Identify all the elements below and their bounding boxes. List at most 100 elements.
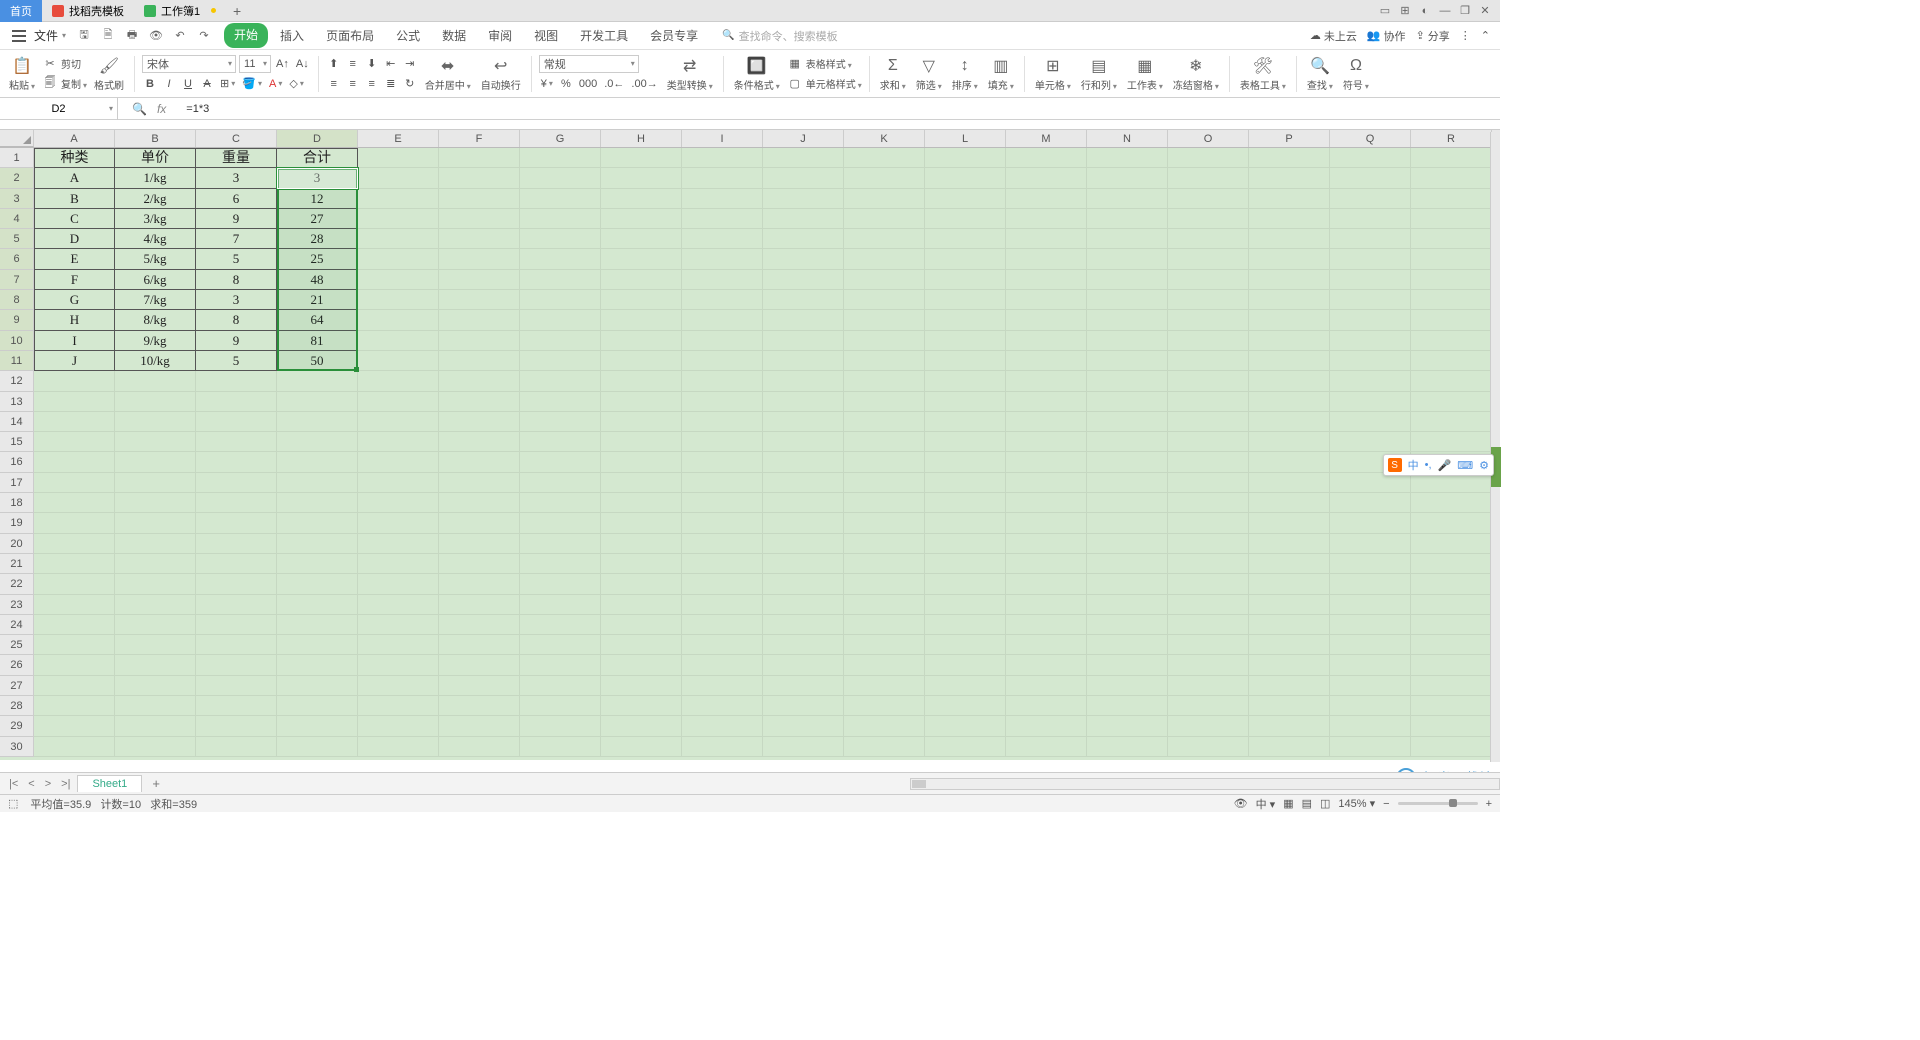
- cell-P5[interactable]: [1249, 229, 1330, 249]
- cell-I9[interactable]: [682, 310, 763, 330]
- cell-O11[interactable]: [1168, 351, 1249, 371]
- save-button[interactable]: 🖫: [76, 28, 92, 44]
- row-header-23[interactable]: 23: [0, 595, 34, 615]
- cell-G5[interactable]: [520, 229, 601, 249]
- cell-C14[interactable]: [196, 412, 277, 432]
- cell-K15[interactable]: [844, 432, 925, 452]
- cell-M25[interactable]: [1006, 635, 1087, 655]
- cell-E1[interactable]: [358, 148, 439, 168]
- cell-C3[interactable]: 6: [196, 189, 277, 209]
- increase-font-button[interactable]: A↑: [274, 55, 291, 73]
- cell-N9[interactable]: [1087, 310, 1168, 330]
- cell-P11[interactable]: [1249, 351, 1330, 371]
- cell-B12[interactable]: [115, 371, 196, 391]
- cell-G21[interactable]: [520, 554, 601, 574]
- cell-K16[interactable]: [844, 452, 925, 472]
- cn-icon[interactable]: 中 ▾: [1256, 796, 1276, 812]
- cell-H4[interactable]: [601, 209, 682, 229]
- cell-L13[interactable]: [925, 392, 1006, 412]
- view-page-button[interactable]: ▤: [1302, 797, 1312, 810]
- cell-E28[interactable]: [358, 696, 439, 716]
- cell-G26[interactable]: [520, 655, 601, 675]
- col-header-P[interactable]: P: [1249, 130, 1330, 147]
- cell-K24[interactable]: [844, 615, 925, 635]
- cell-H17[interactable]: [601, 473, 682, 493]
- cell-D22[interactable]: [277, 574, 358, 594]
- cell-N20[interactable]: [1087, 534, 1168, 554]
- cell-R5[interactable]: [1411, 229, 1492, 249]
- cell-E6[interactable]: [358, 249, 439, 269]
- cell-L1[interactable]: [925, 148, 1006, 168]
- col-header-C[interactable]: C: [196, 130, 277, 147]
- row-header-15[interactable]: 15: [0, 432, 34, 452]
- cell-I20[interactable]: [682, 534, 763, 554]
- cell-F18[interactable]: [439, 493, 520, 513]
- cell-M16[interactable]: [1006, 452, 1087, 472]
- cell-R19[interactable]: [1411, 513, 1492, 533]
- cell-A6[interactable]: E: [34, 249, 115, 269]
- cell-H29[interactable]: [601, 716, 682, 736]
- cell-H16[interactable]: [601, 452, 682, 472]
- tab-templates[interactable]: 找稻壳模板: [42, 0, 134, 22]
- window-close-button[interactable]: ✕: [1476, 4, 1494, 17]
- cell-C4[interactable]: 9: [196, 209, 277, 229]
- cell-E21[interactable]: [358, 554, 439, 574]
- cell-A4[interactable]: C: [34, 209, 115, 229]
- select-all-corner[interactable]: [0, 130, 34, 147]
- ribbon-tab-插入[interactable]: 插入: [270, 23, 314, 48]
- col-header-O[interactable]: O: [1168, 130, 1249, 147]
- view-break-button[interactable]: ◫: [1320, 797, 1330, 810]
- cell-O24[interactable]: [1168, 615, 1249, 635]
- cell-H19[interactable]: [601, 513, 682, 533]
- cell-E8[interactable]: [358, 290, 439, 310]
- cell-C21[interactable]: [196, 554, 277, 574]
- cell-Q1[interactable]: [1330, 148, 1411, 168]
- cell-A23[interactable]: [34, 595, 115, 615]
- cell-M7[interactable]: [1006, 270, 1087, 290]
- cell-F23[interactable]: [439, 595, 520, 615]
- cell-C13[interactable]: [196, 392, 277, 412]
- cell-Q14[interactable]: [1330, 412, 1411, 432]
- col-header-I[interactable]: I: [682, 130, 763, 147]
- cell-E11[interactable]: [358, 351, 439, 371]
- ribbon-tab-页面布局[interactable]: 页面布局: [316, 23, 384, 48]
- file-menu[interactable]: 文件▾: [6, 27, 72, 44]
- cell-B15[interactable]: [115, 432, 196, 452]
- cell-I26[interactable]: [682, 655, 763, 675]
- cell-A29[interactable]: [34, 716, 115, 736]
- ribbon-tab-公式[interactable]: 公式: [386, 23, 430, 48]
- cell-O16[interactable]: [1168, 452, 1249, 472]
- cell-Q12[interactable]: [1330, 371, 1411, 391]
- row-header-4[interactable]: 4: [0, 209, 34, 229]
- cell-N11[interactable]: [1087, 351, 1168, 371]
- cell-J20[interactable]: [763, 534, 844, 554]
- zoom-out-button[interactable]: −: [1383, 798, 1389, 810]
- currency-button[interactable]: ¥: [539, 75, 555, 93]
- cell-G4[interactable]: [520, 209, 601, 229]
- comma-button[interactable]: 000: [577, 75, 599, 93]
- tab-workbook1[interactable]: 工作簿1: [134, 0, 226, 22]
- cell-O14[interactable]: [1168, 412, 1249, 432]
- ime-toolbar[interactable]: S 中 •, 🎤 ⌨ ⚙: [1383, 454, 1494, 476]
- window-restore-button[interactable]: ❐: [1456, 4, 1474, 17]
- cell-I11[interactable]: [682, 351, 763, 371]
- cell-O5[interactable]: [1168, 229, 1249, 249]
- align-left-button[interactable]: ≡: [326, 75, 342, 93]
- cell-G8[interactable]: [520, 290, 601, 310]
- cell-P6[interactable]: [1249, 249, 1330, 269]
- cell-M11[interactable]: [1006, 351, 1087, 371]
- cell-E10[interactable]: [358, 331, 439, 351]
- cond-format-button[interactable]: 🔲条件格式: [731, 52, 783, 96]
- cell-G1[interactable]: [520, 148, 601, 168]
- sheet-first-button[interactable]: |<: [6, 778, 21, 790]
- cell-D1[interactable]: 合计: [277, 148, 358, 168]
- cell-R23[interactable]: [1411, 595, 1492, 615]
- sheet-last-button[interactable]: >|: [58, 778, 73, 790]
- sheet-prev-button[interactable]: <: [25, 778, 37, 790]
- cell-D21[interactable]: [277, 554, 358, 574]
- cell-R10[interactable]: [1411, 331, 1492, 351]
- cancel-formula-button[interactable]: 🔍: [132, 102, 147, 116]
- cell-H30[interactable]: [601, 737, 682, 757]
- cell-F30[interactable]: [439, 737, 520, 757]
- indent-inc-button[interactable]: ⇥: [402, 55, 418, 73]
